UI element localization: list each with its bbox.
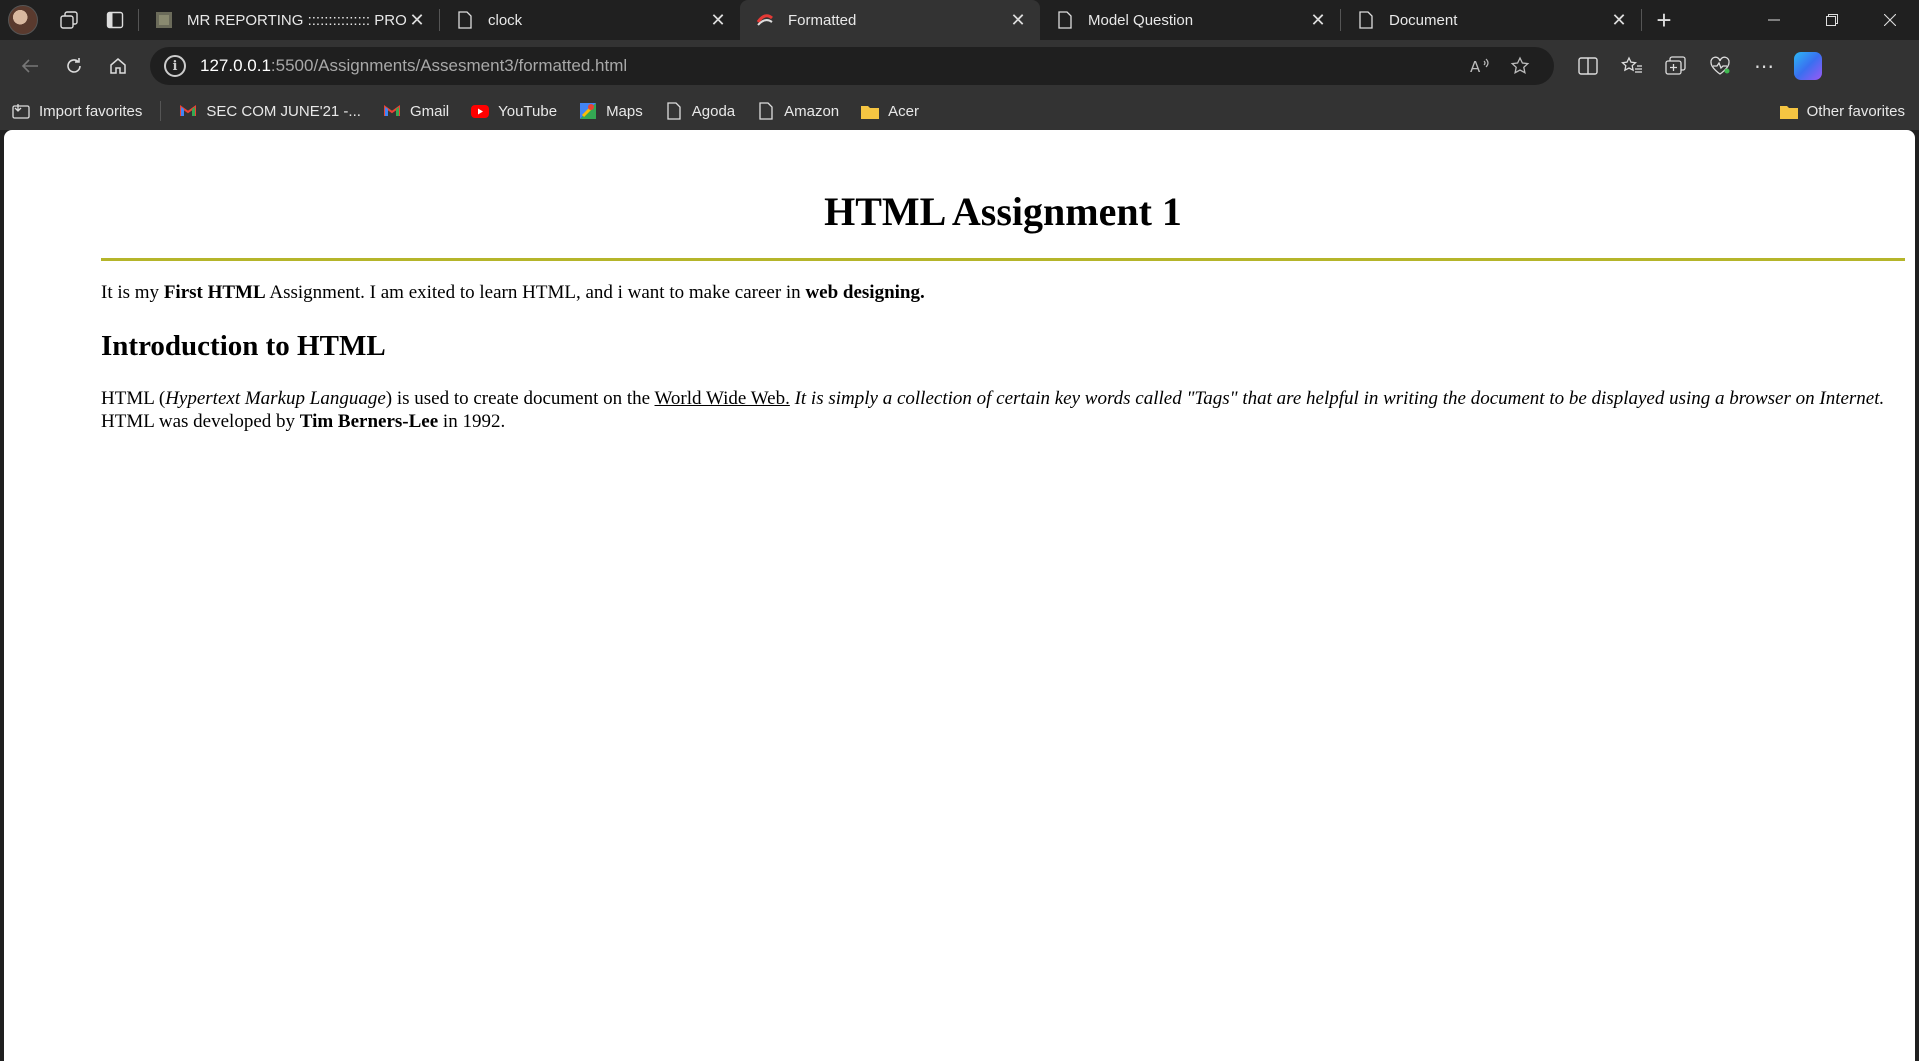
gmail-icon [383, 102, 401, 120]
favorites-icon[interactable] [1610, 46, 1654, 86]
text-span: Assignment. I am exited to learn HTML, a… [265, 282, 806, 303]
bookmark-label: Maps [606, 102, 643, 120]
close-icon[interactable]: ✕ [1609, 10, 1629, 30]
bookmark-acer[interactable]: Acer [861, 102, 919, 120]
page-icon [665, 102, 683, 120]
split-screen-icon[interactable] [1566, 46, 1610, 86]
copilot-icon[interactable] [1794, 52, 1822, 80]
url-text[interactable]: 127.0.0.1:5500/Assignments/Assesment3/fo… [200, 56, 1460, 76]
description-paragraph: HTML (Hypertext Markup Language) is used… [101, 387, 1905, 433]
page-icon [757, 102, 775, 120]
text-span: HTML ( [101, 388, 166, 409]
bookmark-label: Other favorites [1806, 102, 1905, 120]
page-icon [456, 11, 474, 29]
bookmark-gmail[interactable]: Gmail [383, 102, 449, 120]
bookmark-label: Acer [888, 102, 919, 120]
close-icon[interactable]: ✕ [407, 10, 427, 30]
url-path: :5500/Assignments/Assesment3/formatted.h… [270, 56, 628, 75]
navigation-toolbar: i 127.0.0.1:5500/Assignments/Assesment3/… [0, 40, 1919, 92]
bookmark-import-favorites[interactable]: Import favorites [12, 102, 142, 120]
bookmark-label: YouTube [498, 102, 558, 120]
page-content: HTML Assignment 1 It is my First HTML As… [101, 130, 1905, 433]
browser-essentials-icon[interactable] [1698, 46, 1742, 86]
italic-text: It is simply a collection of certain key… [789, 388, 1885, 409]
collections-icon[interactable] [1654, 46, 1698, 86]
close-icon[interactable]: ✕ [1008, 10, 1028, 30]
bold-text: web designing. [805, 282, 925, 303]
bookmark-label: Agoda [691, 102, 736, 120]
bold-text: First HTML [163, 282, 266, 303]
page-viewport: HTML Assignment 1 It is my First HTML As… [4, 130, 1915, 1061]
text-span: It is my [101, 282, 164, 303]
tab-strip: MR REPORTING ::::::::::::::: PROCE ✕ clo… [0, 0, 1919, 40]
close-icon[interactable]: ✕ [708, 10, 728, 30]
avatar [8, 5, 38, 35]
bookmark-amazon[interactable]: Amazon [757, 102, 839, 120]
tab-title: Document [1389, 11, 1458, 29]
page-icon [1357, 11, 1375, 29]
more-options-icon[interactable]: ⋯ [1742, 46, 1786, 86]
bookmark-label: SEC COM JUNE'21 -... [206, 102, 361, 120]
window-controls [1745, 0, 1919, 40]
gmail-icon [179, 102, 197, 120]
close-icon[interactable]: ✕ [1308, 10, 1328, 30]
tab-document[interactable]: Document ✕ [1341, 0, 1641, 40]
generic-site-icon [155, 11, 173, 29]
minimize-button[interactable] [1745, 0, 1803, 40]
tab-title: Model Question [1088, 11, 1194, 29]
import-icon [12, 102, 30, 120]
close-window-button[interactable] [1861, 0, 1919, 40]
section-heading: Introduction to HTML [101, 330, 386, 362]
tab-title: clock [488, 11, 523, 29]
tab-mr-reporting[interactable]: MR REPORTING ::::::::::::::: PROCE ✕ [139, 0, 439, 40]
tab-formatted[interactable]: Formatted ✕ [740, 0, 1040, 40]
svg-text:A: A [1470, 58, 1481, 75]
tab-clock[interactable]: clock ✕ [440, 0, 740, 40]
bookmark-sec-com[interactable]: SEC COM JUNE'21 -... [179, 102, 361, 120]
favorite-star-icon[interactable] [1500, 56, 1540, 76]
www-link[interactable]: World Wide Web. [655, 388, 790, 409]
bookmark-label: Amazon [784, 102, 840, 120]
text-span: HTML was developed by [101, 411, 300, 432]
live-server-icon [756, 11, 774, 29]
tab-model-question[interactable]: Model Question ✕ [1040, 0, 1340, 40]
italic-text: Hypertext Markup Language [165, 388, 386, 409]
folder-icon [1779, 102, 1798, 120]
workspaces-icon[interactable] [46, 0, 92, 40]
bookmark-label: Gmail [409, 102, 450, 120]
text-span: ) is used to create document on the [385, 388, 655, 409]
refresh-button[interactable] [52, 46, 96, 86]
bookmark-separator [160, 101, 162, 121]
bookmark-maps[interactable]: Maps [579, 102, 643, 120]
youtube-icon [471, 102, 490, 120]
maps-icon [579, 102, 597, 120]
horizontal-rule [101, 258, 1905, 261]
page-title: HTML Assignment 1 [824, 189, 1182, 234]
url-host: 127.0.0.1 [200, 56, 271, 75]
tab-title: MR REPORTING ::::::::::::::: PROCE [187, 11, 407, 29]
page-icon [1056, 11, 1074, 29]
bold-text: Tim Berners-Lee [299, 411, 439, 432]
tab-title: Formatted [788, 11, 857, 29]
text-span: in 1992. [438, 411, 506, 432]
new-tab-button[interactable]: + [1642, 0, 1686, 40]
address-bar[interactable]: i 127.0.0.1:5500/Assignments/Assesment3/… [150, 47, 1554, 85]
folder-icon [861, 102, 880, 120]
bookmark-agoda[interactable]: Agoda [665, 102, 735, 120]
site-info-icon[interactable]: i [164, 55, 186, 77]
profile-avatar[interactable] [0, 0, 46, 40]
bookmark-label: Import favorites [39, 102, 143, 120]
bookmark-other-favorites[interactable]: Other favorites [1779, 102, 1905, 120]
restore-button[interactable] [1803, 0, 1861, 40]
read-aloud-icon[interactable]: A [1460, 57, 1500, 75]
favorites-bar: Import favorites SEC COM JUNE'21 -... Gm… [0, 92, 1919, 130]
home-button[interactable] [96, 46, 140, 86]
intro-paragraph: It is my First HTML Assignment. I am exi… [101, 281, 1905, 304]
tab-actions-icon[interactable] [92, 0, 138, 40]
bookmark-youtube[interactable]: YouTube [471, 102, 557, 120]
back-button[interactable] [8, 46, 52, 86]
